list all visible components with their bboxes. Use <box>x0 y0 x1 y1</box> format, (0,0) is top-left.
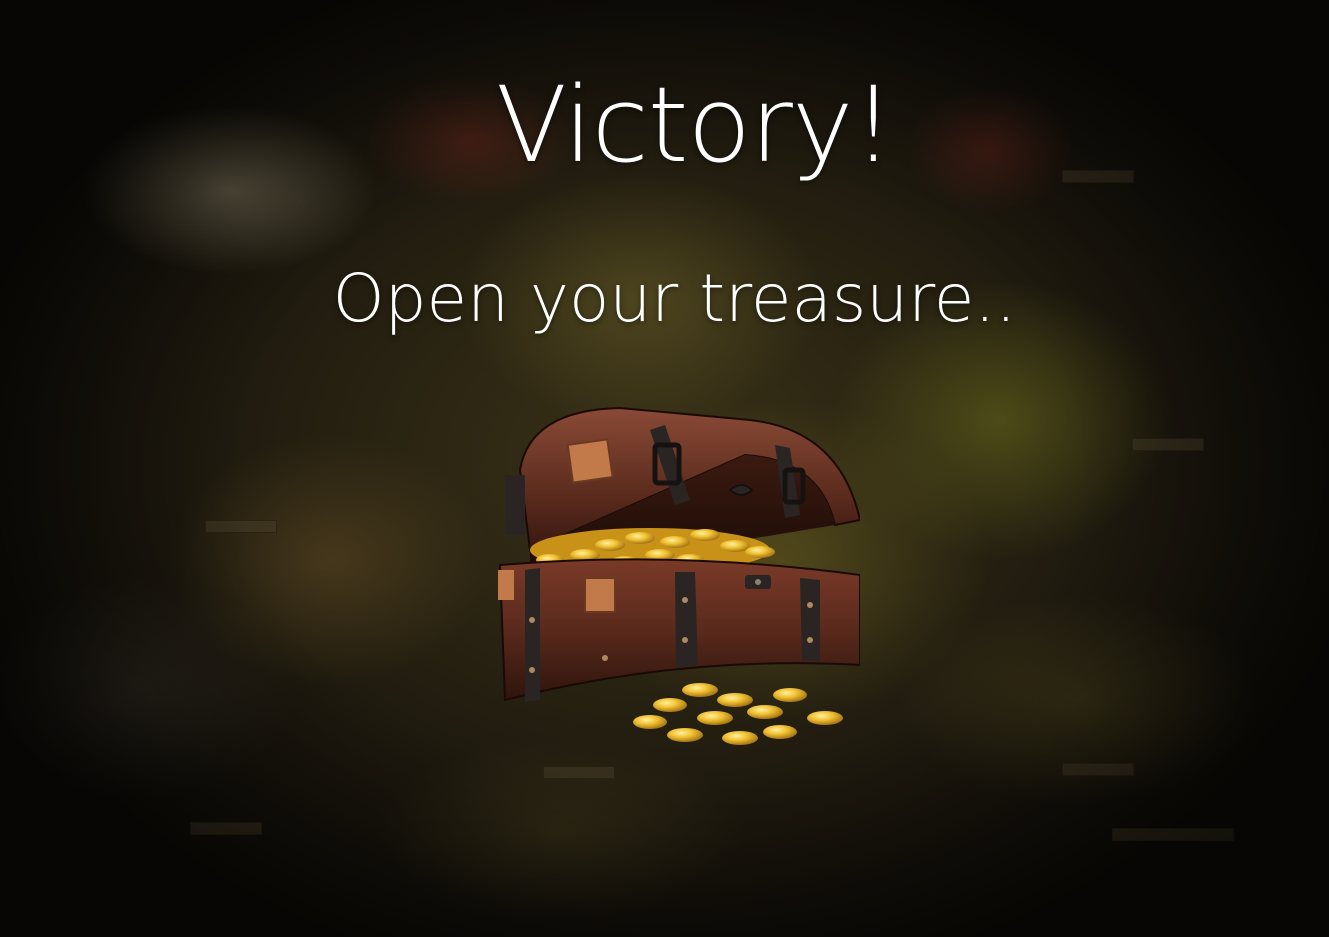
victory-title: Victory! <box>495 64 894 186</box>
open-treasure-prompt: Open your treasure.. <box>332 260 1017 337</box>
victory-screen: Victory! Open your treasure.. <box>0 0 1329 937</box>
treasure-chest-icon[interactable] <box>490 400 860 760</box>
chest-body <box>498 558 860 702</box>
spilled-gold-coins <box>633 683 843 745</box>
